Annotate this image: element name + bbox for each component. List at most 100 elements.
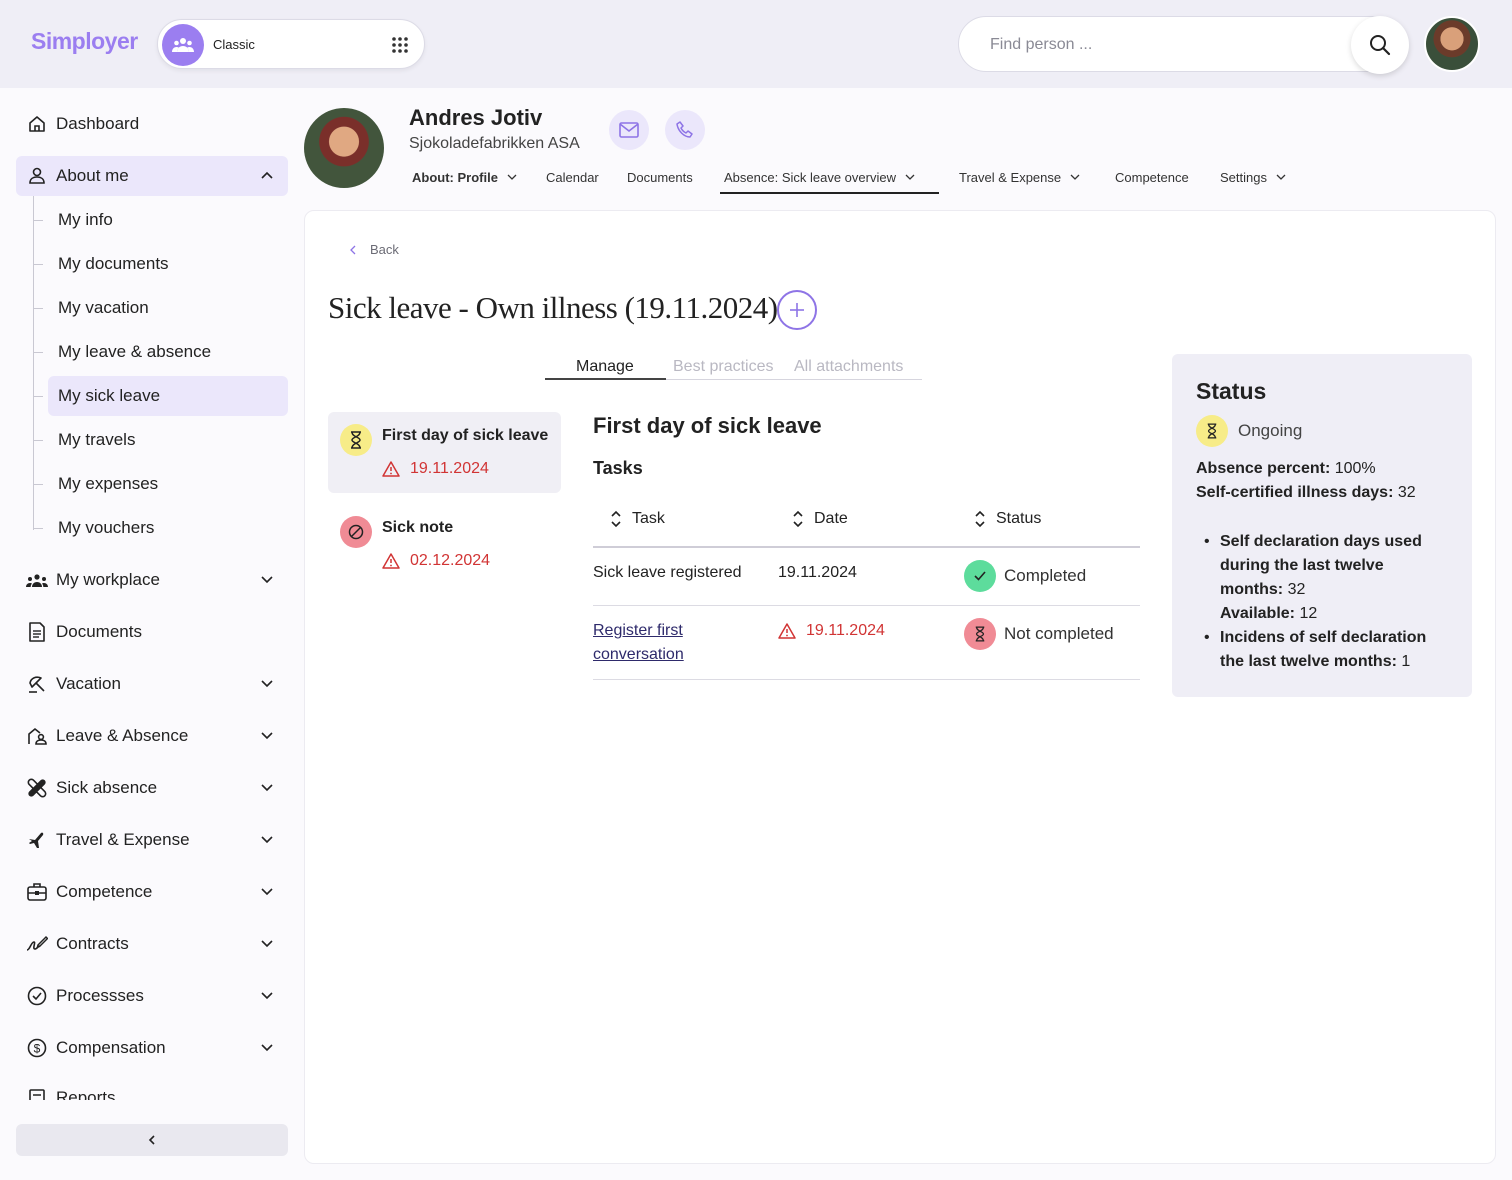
tasks-heading: Tasks — [593, 458, 643, 478]
chevron-down-icon — [261, 784, 273, 792]
sidebar-item-processes[interactable]: Processses — [16, 976, 288, 1016]
tab-all-attachments[interactable]: All attachments — [794, 358, 903, 376]
person-icon — [26, 165, 48, 187]
sidebar-subitem-my-documents[interactable]: My documents — [48, 244, 288, 284]
sidebar-item-competence[interactable]: Competence — [16, 872, 288, 912]
row-divider — [593, 679, 1140, 680]
sidebar-item-label: Leave & Absence — [56, 726, 189, 745]
absence-percent-label: Absence percent: — [1196, 460, 1331, 477]
umbrella-icon — [26, 673, 48, 695]
sidebar-item-about-me[interactable]: About me — [16, 156, 288, 196]
step-first-day[interactable]: First day of sick leave 19.11.2024 — [328, 412, 561, 493]
sidebar-subitem-my-vouchers[interactable]: My vouchers — [48, 508, 288, 548]
chevron-down-icon — [261, 1044, 273, 1052]
register-first-conversation-link[interactable]: Register first conversation — [593, 619, 733, 667]
sidebar-subitem-my-expenses[interactable]: My expenses — [48, 464, 288, 504]
tab-travel-expense[interactable]: Travel & Expense — [959, 168, 1081, 186]
sidebar-subitem-my-sick-leave[interactable]: My sick leave — [48, 376, 288, 416]
sidebar-item-compensation[interactable]: $ Compensation — [16, 1028, 288, 1068]
mode-switcher[interactable]: Classic — [157, 19, 425, 69]
list-item: Self declaration days used during the la… — [1204, 530, 1450, 626]
app-grid-icon[interactable] — [391, 36, 409, 54]
sidebar-item-sick-absence[interactable]: Sick absence — [16, 768, 288, 808]
chevron-down-icon — [261, 836, 273, 844]
active-tab-underline — [720, 192, 939, 194]
date-cell: 19.11.2024 — [778, 564, 857, 581]
status-cell: Not completed — [964, 618, 1114, 650]
tab-best-practices[interactable]: Best practices — [673, 358, 773, 376]
svg-text:$: $ — [34, 1042, 41, 1056]
sidebar-item-reports[interactable]: Reports — [16, 1080, 288, 1100]
chevron-down-icon — [1070, 174, 1080, 180]
mail-icon — [619, 122, 639, 138]
status-label: Completed — [1004, 566, 1087, 585]
sidebar-item-vacation[interactable]: Vacation — [16, 664, 288, 704]
tab-competence[interactable]: Competence — [1115, 168, 1189, 186]
sidebar-item-label: My workplace — [56, 570, 160, 589]
hourglass-icon — [340, 424, 372, 456]
status-panel: Status Ongoing Absence percent: 100% Sel… — [1172, 354, 1472, 697]
sidebar-item-travel-expense[interactable]: Travel & Expense — [16, 820, 288, 860]
team-icon — [26, 569, 48, 591]
signature-icon — [26, 933, 48, 955]
hourglass-icon — [1196, 415, 1228, 447]
chevron-down-icon — [261, 888, 273, 896]
step-title: First day of sick leave — [382, 427, 549, 444]
add-button[interactable] — [777, 290, 817, 330]
sidebar-item-documents[interactable]: Documents — [16, 612, 288, 652]
email-button[interactable] — [609, 110, 649, 150]
collapse-sidebar-button[interactable] — [16, 1124, 288, 1156]
column-header-task[interactable]: Task — [610, 510, 665, 528]
table-header-divider — [593, 546, 1140, 548]
tab-documents[interactable]: Documents — [627, 168, 693, 186]
sidebar-item-label: Reports — [56, 1088, 116, 1100]
search-icon — [1370, 35, 1391, 56]
call-button[interactable] — [665, 110, 705, 150]
airplane-icon — [26, 829, 48, 851]
sidebar-item-contracts[interactable]: Contracts — [16, 924, 288, 964]
search-button[interactable] — [1351, 16, 1409, 74]
sort-icon — [793, 510, 803, 528]
sidebar-subitem-my-leave-absence[interactable]: My leave & absence — [48, 332, 288, 372]
sidebar-subitem-my-info[interactable]: My info — [48, 200, 288, 240]
tab-about-profile[interactable]: About: Profile — [412, 168, 518, 186]
sidebar-subitem-my-travels[interactable]: My travels — [48, 420, 288, 460]
sidebar-item-dashboard[interactable]: Dashboard — [16, 104, 288, 144]
tab-settings[interactable]: Settings — [1220, 168, 1287, 186]
tab-calendar[interactable]: Calendar — [546, 168, 599, 186]
sidebar-subitem-my-vacation[interactable]: My vacation — [48, 288, 288, 328]
plus-icon — [790, 303, 804, 317]
find-person-search[interactable]: Find person ... — [958, 16, 1409, 74]
submenu-tick — [33, 528, 43, 529]
check-circle-icon — [26, 985, 48, 1007]
profile-company: Sjokoladefabrikken ASA — [409, 135, 580, 152]
tab-absence-sick-leave-overview[interactable]: Absence: Sick leave overview — [724, 168, 916, 186]
sidebar-item-label: Travel & Expense — [56, 830, 190, 849]
chevron-left-icon — [350, 245, 356, 254]
column-header-date[interactable]: Date — [792, 510, 848, 528]
user-avatar[interactable] — [1424, 16, 1480, 72]
briefcase-icon — [26, 881, 48, 903]
back-link[interactable]: Back — [348, 242, 399, 257]
bullet-label: Incidens of self declaration the last tw… — [1220, 629, 1427, 670]
tab-label: Competence — [1115, 169, 1189, 185]
simployer-logo[interactable]: Simployer — [31, 28, 138, 55]
warning-icon — [382, 553, 400, 569]
sidebar-item-leave-absence[interactable]: Leave & Absence — [16, 716, 288, 756]
top-bar: Simployer Classic Find person ... — [0, 0, 1512, 88]
back-label: Back — [370, 242, 399, 257]
column-header-status[interactable]: Status — [974, 510, 1041, 528]
date-value: 19.11.2024 — [806, 622, 885, 639]
tab-manage[interactable]: Manage — [576, 358, 634, 376]
person-leave-icon — [26, 725, 48, 747]
sidebar-item-label: About me — [56, 166, 129, 185]
sidebar-item-label: Contracts — [56, 934, 129, 953]
sidebar-item-my-workplace[interactable]: My workplace — [16, 560, 288, 600]
absence-percent: Absence percent: 100% — [1196, 460, 1376, 478]
available-value: 12 — [1299, 605, 1318, 622]
bandage-icon — [26, 777, 48, 799]
warning-icon — [382, 461, 400, 477]
step-sick-note[interactable]: Sick note 02.12.2024 — [328, 504, 561, 585]
available-label: Available: — [1220, 605, 1295, 622]
chevron-down-icon — [507, 174, 517, 180]
